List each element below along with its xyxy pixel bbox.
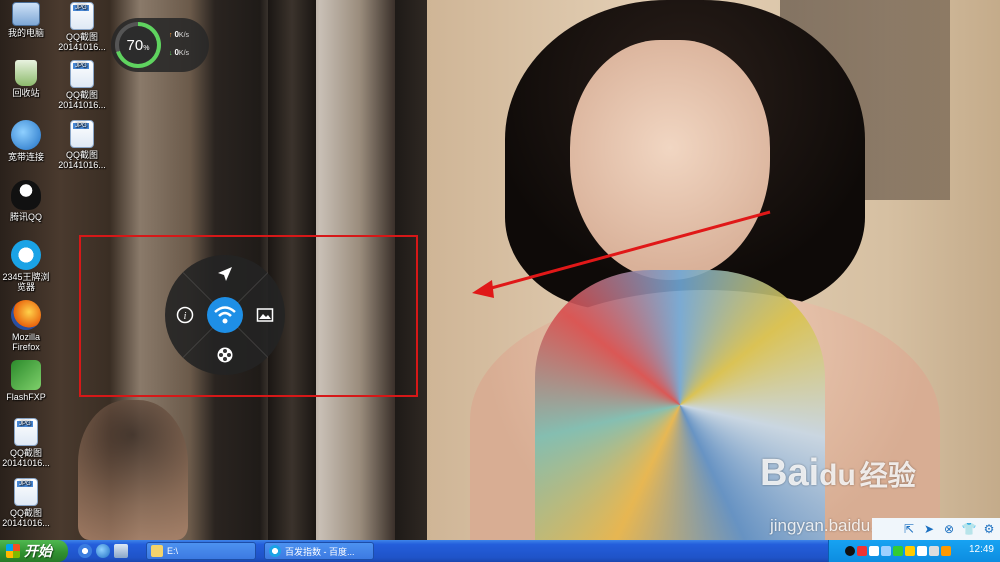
send-arrow-icon[interactable] — [214, 263, 236, 285]
svg-text:i: i — [184, 311, 187, 322]
clock: 12:49 — [968, 544, 994, 555]
skin-icon[interactable]: 👕 — [962, 522, 977, 536]
floating-toolbar: ⇱ ➤ ⊗ 👕 ⚙ — [872, 518, 1000, 540]
cursor-icon[interactable]: ➤ — [922, 522, 936, 536]
ie-icon[interactable] — [96, 544, 110, 558]
input-method-icon[interactable] — [857, 546, 867, 556]
close-circle-icon[interactable]: ⊗ — [942, 522, 956, 536]
network-tray-icon[interactable] — [881, 546, 891, 556]
task-button-browser[interactable]: 百发指数 - 百度... — [264, 542, 374, 560]
warning-tray-icon[interactable] — [905, 546, 915, 556]
media-icon[interactable] — [114, 544, 128, 558]
system-tray: 12:49 — [828, 540, 1000, 562]
taskbar: 开始 E:\ 百发指数 - 百度... 12:49 — [0, 540, 1000, 562]
wifi-tray-icon[interactable] — [869, 546, 879, 556]
qq-tray-icon[interactable] — [845, 546, 855, 556]
expand-icon[interactable]: ⇱ — [902, 522, 916, 536]
windows-logo-icon — [6, 544, 20, 558]
start-button[interactable]: 开始 — [0, 540, 68, 562]
wifi-icon[interactable] — [207, 297, 243, 333]
image-icon[interactable] — [254, 304, 276, 326]
update-tray-icon[interactable] — [941, 546, 951, 556]
quick-launch — [78, 542, 128, 560]
info-icon[interactable]: i — [174, 304, 196, 326]
browser-icon — [269, 545, 281, 557]
show-desktop-icon[interactable] — [78, 544, 92, 558]
film-reel-icon[interactable] — [214, 344, 236, 366]
volume-tray-icon[interactable] — [929, 546, 939, 556]
task-button-explorer[interactable]: E:\ — [146, 542, 256, 560]
baidu-jingyan-watermark: Baidu 经验 jingyan.baidu.com — [760, 452, 916, 535]
security-tray-icon[interactable] — [893, 546, 903, 556]
shield-tray-icon[interactable] — [917, 546, 927, 556]
folder-icon — [151, 545, 163, 557]
gear-icon[interactable]: ⚙ — [982, 522, 996, 536]
